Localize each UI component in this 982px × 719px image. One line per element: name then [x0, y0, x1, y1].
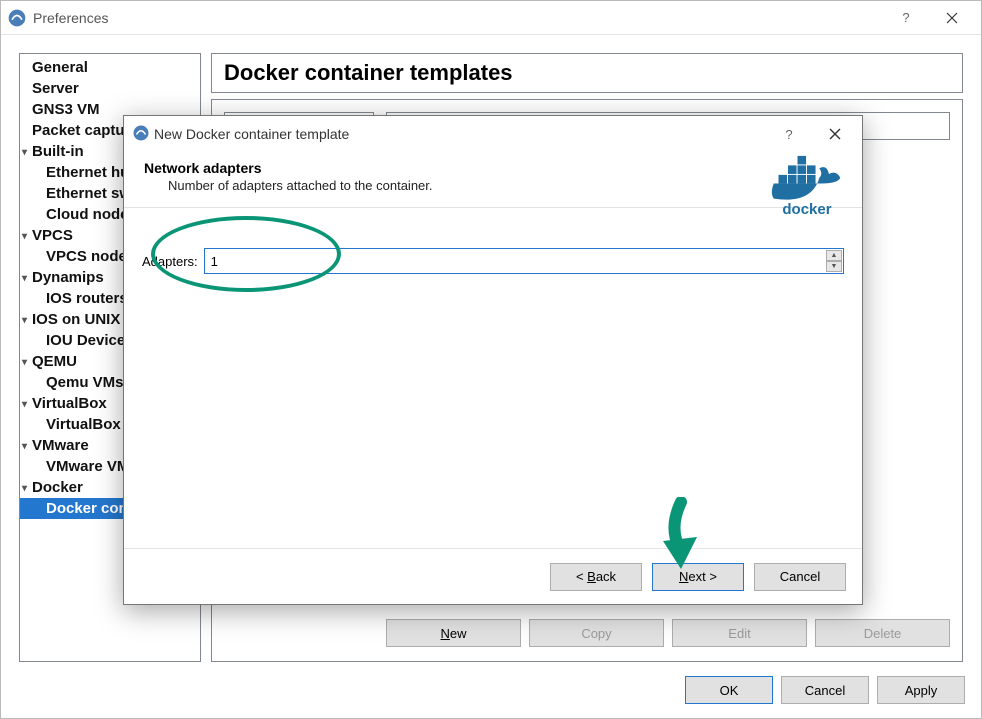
chevron-down-icon: ▾	[22, 399, 32, 410]
adapters-label: Adapters:	[142, 254, 198, 269]
back-button[interactable]: < Back	[550, 563, 642, 591]
delete-button[interactable]: Delete	[815, 619, 950, 647]
sidebar-item-label: Server	[32, 80, 79, 97]
chevron-down-icon: ▾	[22, 315, 32, 326]
dialog-subheading: Number of adapters attached to the conta…	[168, 178, 844, 193]
chevron-down-icon: ▾	[22, 483, 32, 494]
prefs-title: Preferences	[33, 10, 108, 26]
prefs-cancel-button[interactable]: Cancel	[781, 676, 869, 704]
sidebar-item-label: IOU Devices	[46, 332, 134, 349]
sidebar-item-label: VPCS	[32, 227, 73, 244]
sidebar-item-label: Qemu VMs	[46, 374, 124, 391]
chevron-down-icon: ▾	[22, 231, 32, 242]
sidebar-item-server[interactable]: Server	[20, 78, 200, 99]
modal-cancel-button[interactable]: Cancel	[754, 563, 846, 591]
dialog-title: New Docker container template	[154, 126, 349, 142]
sidebar-item-general[interactable]: General	[20, 57, 200, 78]
chevron-down-icon: ▾	[22, 147, 32, 158]
copy-button[interactable]: Copy	[529, 619, 664, 647]
sidebar-item-label: QEMU	[32, 353, 77, 370]
sidebar-item-label: Built-in	[32, 143, 84, 160]
sidebar-item-label: GNS3 VM	[32, 101, 100, 118]
sidebar-item-label: VPCS nodes	[46, 248, 135, 265]
next-button[interactable]: Next >	[652, 563, 744, 591]
page-title: Docker container templates	[224, 60, 950, 86]
adapters-stepper[interactable]: ▲ ▼	[204, 248, 844, 274]
close-icon[interactable]	[929, 3, 975, 33]
sidebar-item-label: Docker	[32, 479, 83, 496]
dialog-help-icon[interactable]: ?	[766, 119, 812, 149]
prefs-titlebar: Preferences ?	[1, 1, 981, 35]
dialog-heading: Network adapters	[144, 160, 844, 176]
sidebar-item-label: Dynamips	[32, 269, 104, 286]
chevron-down-icon: ▾	[22, 357, 32, 368]
help-icon[interactable]: ?	[883, 3, 929, 33]
sidebar-item-label: IOS routers	[46, 290, 128, 307]
dialog-close-icon[interactable]	[812, 119, 858, 149]
stepper-down-icon[interactable]: ▼	[826, 261, 842, 272]
stepper-up-icon[interactable]: ▲	[826, 250, 842, 261]
app-icon	[7, 8, 27, 28]
docker-logo: docker	[768, 154, 846, 218]
sidebar-item-label: VMware	[32, 437, 89, 454]
sidebar-item-label: VirtualBox	[32, 395, 107, 412]
sidebar-item-label: IOS on UNIX	[32, 311, 120, 328]
chevron-down-icon: ▾	[22, 441, 32, 452]
ok-button[interactable]: OK	[685, 676, 773, 704]
new-docker-template-dialog: New Docker container template ? Network …	[123, 115, 863, 605]
chevron-down-icon: ▾	[22, 273, 32, 284]
page-title-box: Docker container templates	[211, 53, 963, 93]
edit-button[interactable]: Edit	[672, 619, 807, 647]
sidebar-item-label: General	[32, 59, 88, 76]
apply-button[interactable]: Apply	[877, 676, 965, 704]
adapters-input[interactable]	[205, 249, 843, 273]
app-icon	[132, 124, 150, 145]
new-button[interactable]: New	[386, 619, 521, 647]
